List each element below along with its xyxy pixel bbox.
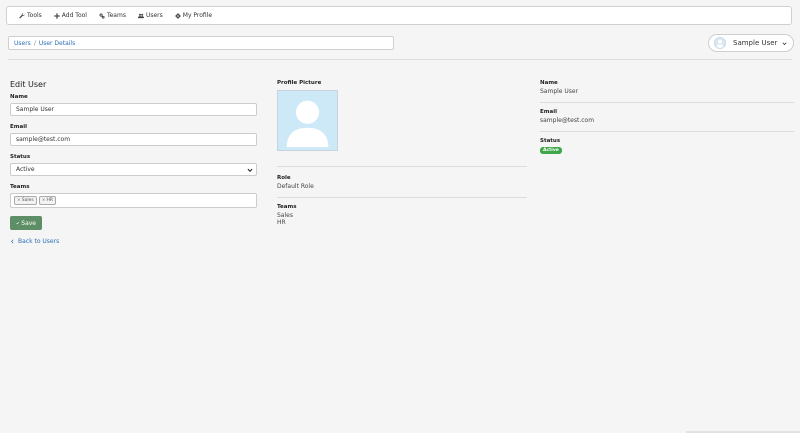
nav-add-tool-label: Add Tool <box>61 12 87 19</box>
save-button-label: Save <box>21 219 36 227</box>
role-label: Role <box>277 175 291 181</box>
save-button[interactable]: Save <box>10 216 42 230</box>
status-badge: Active <box>540 147 562 154</box>
email-label: Email <box>10 124 27 130</box>
teams-label: Teams <box>277 204 297 210</box>
profile-picture-label: Profile Picture <box>277 80 322 86</box>
details-panel: Name Sample User Email sample@test.com S… <box>540 80 794 154</box>
top-navbar: Tools Add Tool Teams Users My Profile <box>6 6 792 25</box>
chevron-left-icon <box>11 239 14 244</box>
nav-users-label: Users <box>145 12 163 19</box>
remove-tag-icon[interactable]: × <box>17 198 21 203</box>
chevron-down-icon <box>782 41 787 45</box>
avatar <box>714 37 726 49</box>
avatar-icon <box>286 100 329 148</box>
back-link-label: Back to Users <box>18 238 60 245</box>
profile-panel: Profile Picture Role Default Role Teams … <box>277 80 527 226</box>
nav-tools-label: Tools <box>27 12 42 19</box>
team-tag: ×Sales <box>14 196 37 205</box>
team-tag-label: HR <box>46 198 54 203</box>
breadcrumb: Users / User Details <box>8 36 394 50</box>
divider <box>540 131 794 132</box>
nav-my-profile[interactable]: My Profile <box>174 12 213 19</box>
form-title: Edit User <box>10 80 47 89</box>
chevron-down-icon <box>247 168 253 172</box>
divider <box>277 197 527 198</box>
team-tag-label: Sales <box>21 198 34 203</box>
detail-name-label: Name <box>540 80 558 86</box>
avatar-icon <box>716 39 724 48</box>
remove-tag-icon[interactable]: × <box>42 198 46 203</box>
role-value: Default Role <box>277 183 314 190</box>
nav-teams[interactable]: Teams <box>99 12 126 19</box>
team-value: HR <box>277 219 286 226</box>
detail-email-label: Email <box>540 109 557 115</box>
status-select-value: Active <box>16 166 35 173</box>
status-select[interactable]: Active <box>10 163 257 176</box>
check-icon <box>16 222 20 225</box>
user-menu-name: Sample User <box>733 39 778 47</box>
teams-multiselect[interactable]: ×Sales ×HR <box>10 193 257 208</box>
nav-add-tool[interactable]: Add Tool <box>54 12 87 19</box>
divider <box>540 102 794 103</box>
nav-my-profile-label: My Profile <box>182 12 213 19</box>
header-divider <box>8 59 792 60</box>
breadcrumb-users-link[interactable]: Users <box>14 40 31 47</box>
back-to-users-link[interactable]: Back to Users <box>10 238 257 245</box>
name-input[interactable]: Sample User <box>10 103 257 116</box>
user-menu-dropdown[interactable]: Sample User <box>708 34 794 52</box>
divider <box>277 166 527 167</box>
gear-icon <box>174 12 181 19</box>
detail-status-label: Status <box>540 138 561 144</box>
cogs-icon <box>99 13 105 19</box>
plus-icon <box>54 12 60 19</box>
teams-label: Teams <box>10 184 30 190</box>
breadcrumb-separator: / <box>33 39 36 47</box>
team-tag: ×HR <box>38 196 57 205</box>
status-label: Status <box>10 154 31 160</box>
users-icon <box>137 13 144 18</box>
team-value: Sales <box>277 212 293 219</box>
email-input[interactable]: sample@test.com <box>10 133 257 146</box>
wrench-icon <box>19 12 25 18</box>
breadcrumb-current: User Details <box>38 39 76 47</box>
detail-name-value: Sample User <box>540 88 579 95</box>
detail-email-value: sample@test.com <box>540 117 595 124</box>
nav-teams-label: Teams <box>106 12 126 19</box>
nav-users[interactable]: Users <box>137 12 163 19</box>
edit-user-form: Edit User Name Sample User Email sample@… <box>10 80 257 245</box>
profile-picture <box>277 90 338 151</box>
name-label: Name <box>10 94 28 100</box>
nav-tools[interactable]: Tools <box>19 12 42 19</box>
